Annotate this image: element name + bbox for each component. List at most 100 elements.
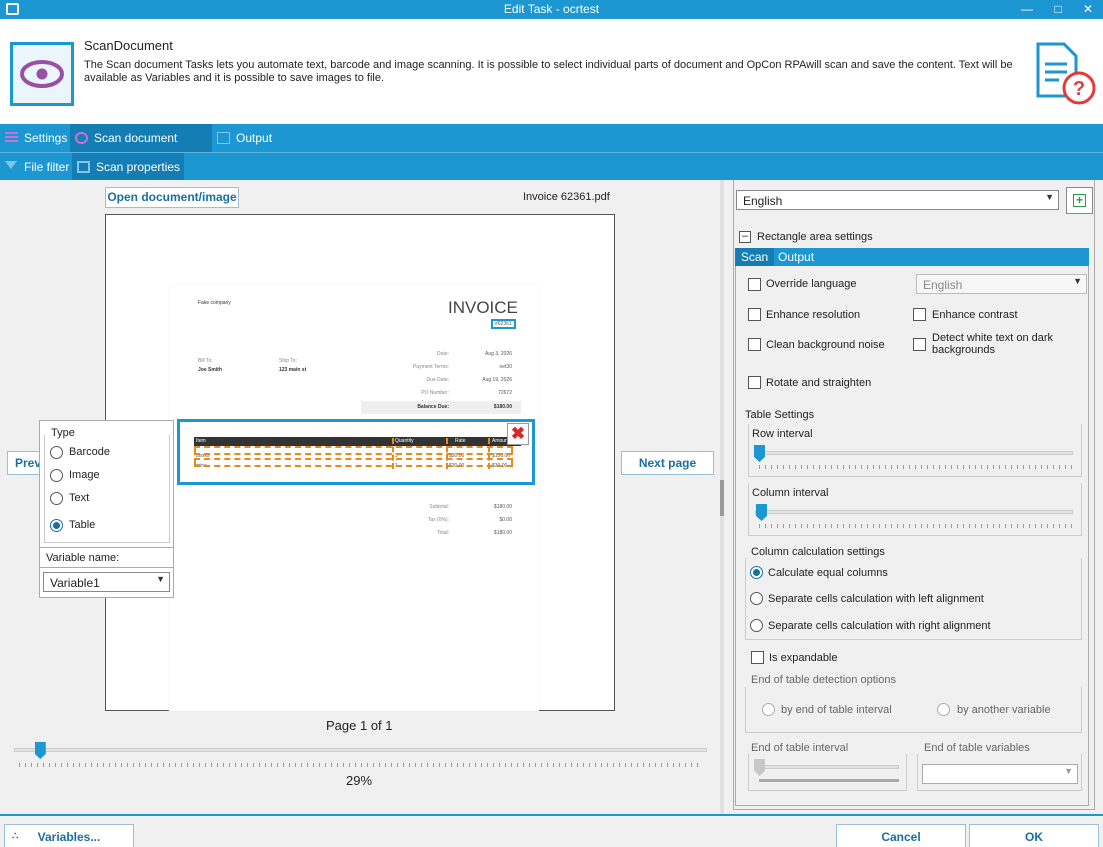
header-description: The Scan document Tasks lets you automat… bbox=[84, 59, 1013, 84]
calc-left-label: Separate cells calculation with left ali… bbox=[768, 593, 984, 605]
settings-list-icon bbox=[5, 132, 18, 144]
type-barcode-label: Barcode bbox=[69, 446, 110, 458]
ship-to-label: Ship To: bbox=[279, 358, 297, 364]
zoom-slider-ticks bbox=[19, 763, 703, 767]
tab-output[interactable]: Output bbox=[212, 124, 282, 152]
type-text-label: Text bbox=[69, 492, 90, 504]
open-document-button[interactable]: Open document/image bbox=[105, 187, 239, 208]
minimize-icon[interactable]: — bbox=[1010, 0, 1044, 19]
expandable-label: Is expandable bbox=[769, 652, 838, 664]
selected-area-rectangle[interactable] bbox=[177, 419, 535, 485]
override-language-label: Override language bbox=[766, 278, 857, 290]
remove-area-close-icon[interactable]: ✖ bbox=[507, 423, 529, 445]
add-language-button[interactable]: + bbox=[1066, 187, 1093, 214]
type-image-label: Image bbox=[69, 469, 100, 481]
row-interval-track[interactable] bbox=[755, 451, 1073, 455]
due-value: Aug 19, 2026 bbox=[482, 377, 512, 383]
subtotal-value: $180.00 bbox=[493, 504, 512, 510]
maximize-icon[interactable]: □ bbox=[1041, 0, 1075, 19]
column-interval-label: Column interval bbox=[752, 487, 829, 499]
collapse-icon[interactable]: – bbox=[739, 231, 751, 243]
tab-scan-properties[interactable]: Scan properties bbox=[72, 153, 184, 181]
variables-label: Variables... bbox=[37, 830, 101, 844]
override-language-select[interactable]: English ▼ bbox=[916, 274, 1087, 294]
main-tabs: Settings Scan document (local) Output bbox=[0, 124, 1103, 173]
date-value: Aug 3, 2026 bbox=[485, 351, 512, 357]
by-variable-label: by another variable bbox=[957, 704, 1051, 716]
column-interval-ticks bbox=[759, 524, 1073, 528]
invoice-title: INVOICE bbox=[448, 298, 518, 317]
invoice-page: Fake company INVOICE #62361 Bill To: Joe… bbox=[169, 285, 539, 711]
svg-text:?: ? bbox=[1073, 78, 1085, 100]
tax-value: $0.00 bbox=[499, 517, 512, 523]
tax-label: Tax (0%): bbox=[427, 517, 449, 523]
end-interval-track[interactable] bbox=[755, 765, 899, 769]
header-title: ScanDocument bbox=[84, 38, 173, 53]
bill-to-value: Joe Smith bbox=[198, 367, 222, 373]
tab-scan-document[interactable]: Scan document (local) bbox=[70, 124, 212, 173]
subtab-output[interactable]: Output bbox=[778, 248, 814, 266]
by-variable-radio[interactable] bbox=[937, 703, 950, 716]
type-text-radio[interactable] bbox=[50, 492, 63, 505]
title-bar: Edit Task - ocrtest — □ ✕ bbox=[0, 0, 1103, 19]
zoom-slider-track[interactable] bbox=[14, 748, 707, 752]
total-label: Total: bbox=[437, 530, 449, 536]
next-page-button[interactable]: Next page bbox=[621, 451, 714, 475]
tab-settings[interactable]: Settings bbox=[0, 124, 70, 152]
expandable-checkbox[interactable] bbox=[751, 651, 764, 664]
add-icon: + bbox=[1073, 194, 1086, 207]
calc-equal-label: Calculate equal columns bbox=[768, 567, 888, 579]
bill-to-label: Bill To: bbox=[198, 358, 213, 364]
tab-file-filter-label: File filter bbox=[24, 160, 70, 174]
type-image-radio[interactable] bbox=[50, 469, 63, 482]
enhance-resolution-label: Enhance resolution bbox=[766, 309, 861, 321]
ok-button[interactable]: OK bbox=[969, 824, 1099, 847]
variable-name-select[interactable]: Variable1 ▼ bbox=[43, 572, 170, 592]
override-language-value: English bbox=[923, 278, 963, 292]
variables-button[interactable]: ∴ Variables... bbox=[4, 824, 134, 847]
variable-name-divider bbox=[40, 567, 173, 568]
tab-scan-properties-label: Scan properties bbox=[96, 160, 181, 174]
column-interval-track[interactable] bbox=[755, 510, 1073, 514]
by-interval-label: by end of table interval bbox=[781, 704, 892, 716]
balance-value: $180.00 bbox=[493, 404, 512, 410]
po-label: PO Number: bbox=[421, 390, 449, 396]
enhance-contrast-label: Enhance contrast bbox=[932, 309, 1018, 321]
sub-tabs: File filter Scan properties bbox=[0, 152, 1103, 181]
chevron-down-icon: ▼ bbox=[1064, 766, 1073, 776]
end-interval-label: End of table interval bbox=[751, 742, 849, 754]
window-title: Edit Task - ocrtest bbox=[503, 2, 600, 16]
detect-white-checkbox[interactable] bbox=[913, 338, 926, 351]
cancel-button[interactable]: Cancel bbox=[836, 824, 966, 847]
calc-right-label: Separate cells calculation with right al… bbox=[768, 620, 991, 632]
language-select[interactable]: English ▼ bbox=[736, 190, 1059, 210]
detect-white-label: Detect white text on dark backgrounds bbox=[932, 332, 1054, 356]
end-variables-select[interactable]: ▼ bbox=[922, 764, 1078, 784]
rotate-checkbox[interactable] bbox=[748, 376, 761, 389]
close-icon[interactable]: ✕ bbox=[1071, 0, 1103, 19]
file-name: Invoice 62361.pdf bbox=[523, 191, 610, 203]
end-interval-bar bbox=[759, 779, 899, 782]
by-interval-radio[interactable] bbox=[762, 703, 775, 716]
tab-file-filter[interactable]: File filter bbox=[0, 153, 72, 181]
invoice-number: #62361 bbox=[491, 319, 516, 329]
type-divider bbox=[40, 547, 173, 548]
clean-noise-checkbox[interactable] bbox=[748, 338, 761, 351]
ship-to-value: 123 main st bbox=[279, 367, 307, 373]
calc-right-radio[interactable] bbox=[750, 619, 763, 632]
po-value: 72672 bbox=[498, 390, 512, 396]
invoice-company: Fake company bbox=[198, 300, 231, 306]
end-variables-label: End of table variables bbox=[924, 742, 1030, 754]
enhance-contrast-checkbox[interactable] bbox=[913, 308, 926, 321]
type-table-radio[interactable] bbox=[50, 519, 63, 532]
override-language-checkbox[interactable] bbox=[748, 278, 761, 291]
calc-equal-radio[interactable] bbox=[750, 566, 763, 579]
due-label: Due Date: bbox=[426, 377, 449, 383]
type-barcode-radio[interactable] bbox=[50, 446, 63, 459]
rect-settings-title: Rectangle area settings bbox=[757, 231, 873, 243]
enhance-resolution-checkbox[interactable] bbox=[748, 308, 761, 321]
rotate-label: Rotate and straighten bbox=[766, 377, 872, 389]
eye-tab-icon bbox=[75, 132, 88, 144]
subtab-scan[interactable]: Scan bbox=[735, 248, 774, 266]
calc-left-radio[interactable] bbox=[750, 592, 763, 605]
